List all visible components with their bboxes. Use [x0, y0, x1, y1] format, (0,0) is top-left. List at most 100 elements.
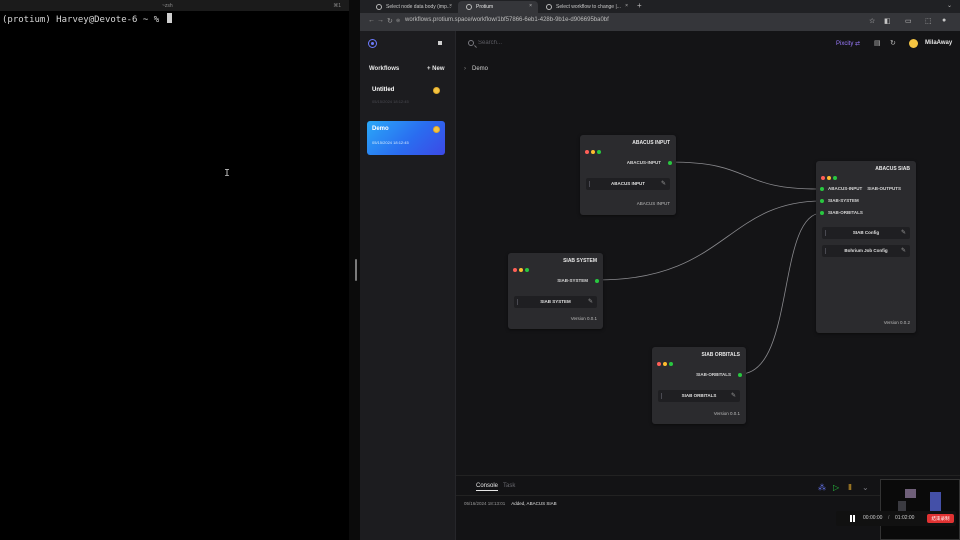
- tab-console[interactable]: Console: [476, 483, 499, 491]
- profile-icon[interactable]: ●: [942, 17, 946, 24]
- output-label: ABACUS-INPUT: [626, 160, 661, 165]
- workflow-title: Untitled: [372, 87, 395, 93]
- avatar[interactable]: [909, 39, 918, 48]
- close-icon[interactable]: ×: [625, 3, 628, 9]
- close-icon[interactable]: ×: [449, 3, 452, 9]
- sidebar-toggle-icon[interactable]: [438, 41, 442, 45]
- chevron-down-icon[interactable]: ⌄: [862, 483, 869, 492]
- input-port[interactable]: [820, 211, 824, 215]
- input-label: SIAB-ORBITALS: [828, 210, 863, 215]
- input-label: SIAB-SYSTEM: [828, 198, 859, 203]
- address-bar: ← → ↻ ⊜ workflows.protium.space/workflow…: [360, 13, 960, 31]
- field-label: SIAB ORBITALS: [681, 393, 717, 398]
- globe-icon: [376, 4, 382, 10]
- close-icon[interactable]: ×: [529, 3, 532, 9]
- avatar: [433, 126, 440, 133]
- user-name[interactable]: MilaAway: [925, 40, 952, 46]
- window-controls: [513, 259, 531, 277]
- window-controls: [821, 167, 839, 185]
- tab-search-icon[interactable]: ⌄: [947, 2, 952, 9]
- tab-label: Protium: [476, 4, 494, 10]
- output-label: SIAB-ORBITALS: [696, 372, 731, 377]
- pause-icon[interactable]: [849, 515, 856, 522]
- output-label: SIAB-SYSTEM: [557, 278, 588, 283]
- layout-icon[interactable]: ⁂: [818, 483, 826, 492]
- output-port[interactable]: [738, 373, 742, 377]
- extension-icon[interactable]: ▭: [905, 17, 912, 25]
- node-version: Version 0.0.2: [883, 320, 910, 325]
- node-version: Version 0.0.1: [713, 411, 740, 416]
- edit-icon[interactable]: ✎: [901, 247, 906, 254]
- terminal-prompt: (protium) Harvey@Devote-6 ~ %: [2, 15, 165, 25]
- extension-icon[interactable]: ⬚: [925, 17, 932, 25]
- tab-select-workflow[interactable]: Select workflow to change |... ×: [538, 1, 634, 13]
- edit-icon[interactable]: ✎: [588, 298, 593, 305]
- workflow-card-untitled[interactable]: Untitled 05/15/2024 18:12:45: [367, 82, 445, 110]
- globe-icon: [546, 4, 552, 10]
- workflow-date: 05/15/2024 18:12:45: [372, 140, 409, 145]
- tab-protium[interactable]: Protium ×: [458, 1, 538, 13]
- tab-task[interactable]: Task: [503, 483, 515, 489]
- node-abacus-input[interactable]: ABACUS INPUT ABACUS-INPUT ABACUS INPUT ✎…: [580, 135, 676, 215]
- split-handle[interactable]: [355, 259, 357, 281]
- field-label: SIAB Config: [852, 230, 880, 235]
- search-input[interactable]: [478, 40, 598, 46]
- play-icon[interactable]: ▷: [833, 483, 839, 492]
- node-config-field[interactable]: SIAB SYSTEM ✎: [514, 296, 597, 308]
- node-config-field[interactable]: SIAB Config ✎: [822, 227, 910, 239]
- extension-icon[interactable]: ◧: [884, 17, 891, 25]
- forward-icon[interactable]: →: [377, 17, 384, 24]
- new-tab-button[interactable]: +: [637, 1, 642, 10]
- search-icon: [468, 40, 474, 46]
- window-controls: [657, 353, 675, 371]
- node-config-field[interactable]: ABACUS INPUT ✎: [586, 178, 670, 190]
- workflow-card-demo[interactable]: Demo 05/15/2024 18:12:45: [367, 121, 445, 155]
- node-title: ABACUS SIAB: [875, 166, 910, 172]
- node-abacus-siab[interactable]: ABACUS SIAB ABACUS-INPUT SIAB-OUTPUTS SI…: [816, 161, 916, 333]
- site-info-icon[interactable]: ⊜: [396, 18, 400, 24]
- node-siab-orbitals[interactable]: SIAB ORBITALS SIAB-ORBITALS SIAB ORBITAL…: [652, 347, 746, 424]
- node-config-field[interactable]: Bohrium Job Config ✎: [822, 245, 910, 257]
- breadcrumb[interactable]: › Demo: [464, 66, 488, 72]
- new-workflow-button[interactable]: + New: [427, 66, 445, 72]
- document-icon[interactable]: ▤: [874, 39, 881, 47]
- output-port[interactable]: [668, 161, 672, 165]
- input-label: ABACUS-INPUT: [828, 186, 863, 191]
- node-title: SIAB ORBITALS: [701, 352, 740, 358]
- terminal-prompt-line[interactable]: (protium) Harvey@Devote-6 ~ %: [2, 13, 172, 25]
- protium-logo-icon[interactable]: [368, 39, 377, 48]
- screen: ~zsh ⌘1 (protium) Harvey@Devote-6 ~ % I …: [0, 0, 960, 540]
- time-separator: /: [888, 515, 890, 521]
- browser-window: Select node data body (imp... × Protium …: [360, 0, 960, 540]
- pixcity-link[interactable]: Pixcity ⇄: [836, 40, 860, 47]
- node-title: SIAB SYSTEM: [563, 258, 597, 264]
- url-field[interactable]: workflows.protium.space/workflow/1bf5786…: [402, 17, 842, 28]
- mouse-ibeam-icon: I: [224, 168, 231, 179]
- terminal-shortcut: ⌘1: [333, 3, 341, 9]
- field-label: SIAB SYSTEM: [540, 299, 571, 304]
- tab-select-node[interactable]: Select node data body (imp... ×: [368, 1, 458, 13]
- workflow-canvas[interactable]: ABACUS INPUT ABACUS-INPUT ABACUS INPUT ✎…: [456, 75, 960, 475]
- pause-icon[interactable]: Ⅱ: [848, 483, 852, 492]
- tab-bar: Select node data body (imp... × Protium …: [360, 0, 960, 13]
- end-recording-button[interactable]: 结束录制: [927, 514, 954, 523]
- input-port[interactable]: [820, 187, 824, 191]
- recording-elapsed: 00:00:00: [863, 515, 883, 521]
- terminal-window[interactable]: ~zsh ⌘1 (protium) Harvey@Devote-6 ~ % I: [0, 0, 349, 540]
- reload-icon[interactable]: ↻: [387, 17, 393, 25]
- tab-label: Select workflow to change |...: [556, 4, 621, 10]
- node-siab-system[interactable]: SIAB SYSTEM SIAB-SYSTEM SIAB SYSTEM ✎ Ve…: [508, 253, 603, 329]
- recording-bar: 00:00:00 / 01:02:00 结束录制: [836, 511, 956, 526]
- back-icon[interactable]: ←: [368, 17, 375, 24]
- edit-icon[interactable]: ✎: [731, 392, 736, 399]
- output-port[interactable]: [595, 279, 599, 283]
- refresh-icon[interactable]: ↻: [890, 39, 896, 47]
- input-port[interactable]: [820, 199, 824, 203]
- workflow-date: 05/15/2024 18:12:45: [372, 99, 409, 104]
- node-config-field[interactable]: SIAB ORBITALS ✎: [658, 390, 740, 402]
- edit-icon[interactable]: ✎: [901, 229, 906, 236]
- field-label: ABACUS INPUT: [610, 181, 645, 186]
- terminal-title: ~zsh: [162, 3, 173, 9]
- bookmark-star-icon[interactable]: ☆: [869, 17, 875, 25]
- edit-icon[interactable]: ✎: [661, 180, 666, 187]
